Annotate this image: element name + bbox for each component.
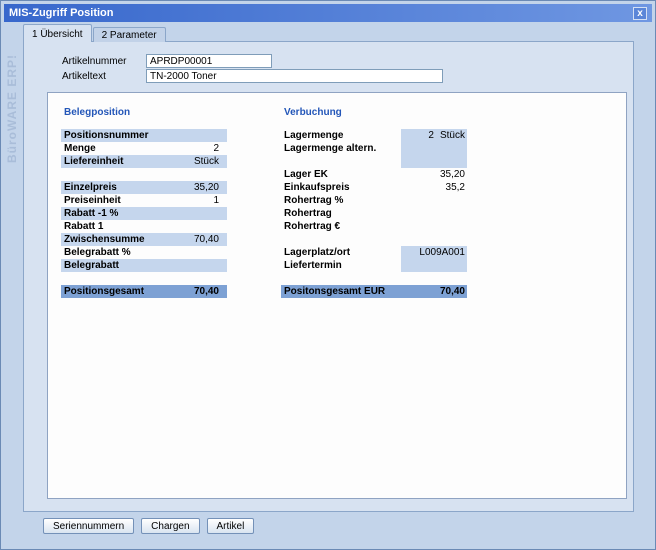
right-row-rohertrag-: Rohertrag %	[281, 194, 467, 207]
title-bar[interactable]: MIS-Zugriff Position x	[4, 4, 652, 22]
field-label: Menge	[61, 142, 213, 155]
field-label: Lagermenge altern.	[281, 142, 401, 155]
left-row-einzelpreis: Einzelpreis35,20	[61, 181, 227, 194]
right-row-positonsgesamt-eur: Positonsgesamt EUR70,40	[281, 285, 467, 298]
value-box	[401, 207, 467, 220]
value-box: 35,20	[401, 168, 467, 181]
left-row-liefereinheit: LiefereinheitStück	[61, 155, 227, 168]
field-label: Lagerplatz/ort	[281, 246, 401, 259]
artikel-button[interactable]: Artikel	[207, 518, 255, 534]
field-label: Einzelpreis	[61, 181, 194, 194]
value-box	[401, 155, 467, 168]
artikelnummer-field[interactable]	[146, 54, 272, 68]
field-value: 2	[213, 142, 227, 155]
field-label: Positionsgesamt	[61, 285, 194, 298]
value-box	[401, 142, 467, 155]
spacer-row	[281, 233, 467, 246]
tab-uebersicht[interactable]: 1 Übersicht	[23, 24, 92, 42]
field-label: Liefertermin	[281, 259, 401, 272]
right-row-lagermenge: Lagermenge2Stück	[281, 129, 467, 142]
value-box	[401, 220, 467, 233]
field-value: L009A001	[401, 246, 467, 259]
artikelnummer-label: Artikelnummer	[62, 56, 126, 67]
verbuchung-rows: Lagermenge2StückLagermenge altern.Lager …	[281, 129, 467, 298]
field-value: 2	[401, 129, 436, 142]
value-box	[401, 194, 467, 207]
field-label: Zwischensumme	[61, 233, 194, 246]
field-label: Einkaufspreis	[281, 181, 401, 194]
window-title: MIS-Zugriff Position	[9, 7, 633, 19]
field-label: Positonsgesamt EUR	[281, 285, 440, 298]
left-row-rabatt-1: Rabatt 1	[61, 220, 227, 233]
mis-zugriff-window: MIS-Zugriff Position x BüroWARE ERP! 1 Ü…	[0, 0, 656, 550]
right-row-rohertrag-: Rohertrag €	[281, 220, 467, 233]
left-row-preiseinheit: Preiseinheit1	[61, 194, 227, 207]
right-row-rohertrag: Rohertrag	[281, 207, 467, 220]
right-row-liefertermin: Liefertermin	[281, 259, 467, 272]
left-row-positionsgesamt: Positionsgesamt70,40	[61, 285, 227, 298]
field-label: Lagermenge	[281, 129, 401, 142]
field-value: 70,40	[194, 233, 227, 246]
field-label: Preiseinheit	[61, 194, 213, 207]
field-value: 35,20	[401, 168, 467, 181]
belegposition-rows: PositionsnummerMenge2LiefereinheitStückE…	[61, 129, 227, 298]
seriennummern-button[interactable]: Seriennummern	[43, 518, 134, 534]
field-label: Rohertrag %	[281, 194, 401, 207]
field-label: Belegrabatt %	[61, 246, 219, 259]
left-row-positionsnummer: Positionsnummer	[61, 129, 227, 142]
value-box: 35,2	[401, 181, 467, 194]
spacer-row	[61, 272, 227, 285]
field-label: Liefereinheit	[61, 155, 194, 168]
field-value: 70,40	[440, 285, 467, 298]
left-row-rabatt-1-: Rabatt -1 %	[61, 207, 227, 220]
left-row-belegrabatt-: Belegrabatt %	[61, 246, 227, 259]
field-unit: Stück	[436, 129, 467, 142]
field-value: 35,20	[194, 181, 227, 194]
field-value: 70,40	[194, 285, 227, 298]
position-detail-panel: Belegposition PositionsnummerMenge2Liefe…	[47, 92, 627, 499]
right-row-lagermenge-altern-: Lagermenge altern.	[281, 142, 467, 155]
spacer-row	[61, 168, 227, 181]
right-row-lager-ek: Lager EK35,20	[281, 168, 467, 181]
value-box: 2Stück	[401, 129, 467, 142]
chargen-button[interactable]: Chargen	[141, 518, 199, 534]
field-label: Rohertrag	[281, 207, 401, 220]
field-value: 1	[213, 194, 227, 207]
field-label: Rabatt -1 %	[61, 207, 219, 220]
field-label: Rohertrag €	[281, 220, 401, 233]
artikeltext-field[interactable]	[146, 69, 443, 83]
close-icon[interactable]: x	[633, 7, 647, 20]
verbuchung-column: Verbuchung Lagermenge2StückLagermenge al…	[281, 107, 467, 298]
left-row-menge: Menge2	[61, 142, 227, 155]
tab-strip: 1 Übersicht 2 Parameter	[23, 24, 167, 42]
field-value: Stück	[194, 155, 227, 168]
field-value: 35,2	[401, 181, 467, 194]
field-label: Rabatt 1	[61, 220, 219, 233]
field-label: Positionsnummer	[61, 129, 219, 142]
spacer-row	[281, 155, 467, 168]
left-row-zwischensumme: Zwischensumme70,40	[61, 233, 227, 246]
value-box	[401, 259, 467, 272]
footer-button-bar: Seriennummern Chargen Artikel	[43, 518, 254, 534]
artikeltext-label: Artikeltext	[62, 71, 106, 82]
value-box: L009A001	[401, 246, 467, 259]
belegposition-column: Belegposition PositionsnummerMenge2Liefe…	[61, 107, 227, 298]
verbuchung-header: Verbuchung	[281, 107, 467, 123]
field-label: Lager EK	[281, 168, 401, 181]
left-row-belegrabatt: Belegrabatt	[61, 259, 227, 272]
brand-vertical-text: BüroWARE ERP!	[5, 33, 19, 163]
tab-parameter[interactable]: 2 Parameter	[93, 27, 166, 42]
field-label: Belegrabatt	[61, 259, 219, 272]
right-row-einkaufspreis: Einkaufspreis35,2	[281, 181, 467, 194]
overview-tab-panel: Artikelnummer Artikeltext Belegposition …	[23, 41, 634, 512]
spacer-row	[281, 272, 467, 285]
belegposition-header: Belegposition	[61, 107, 227, 123]
right-row-lagerplatz-ort: Lagerplatz/ortL009A001	[281, 246, 467, 259]
